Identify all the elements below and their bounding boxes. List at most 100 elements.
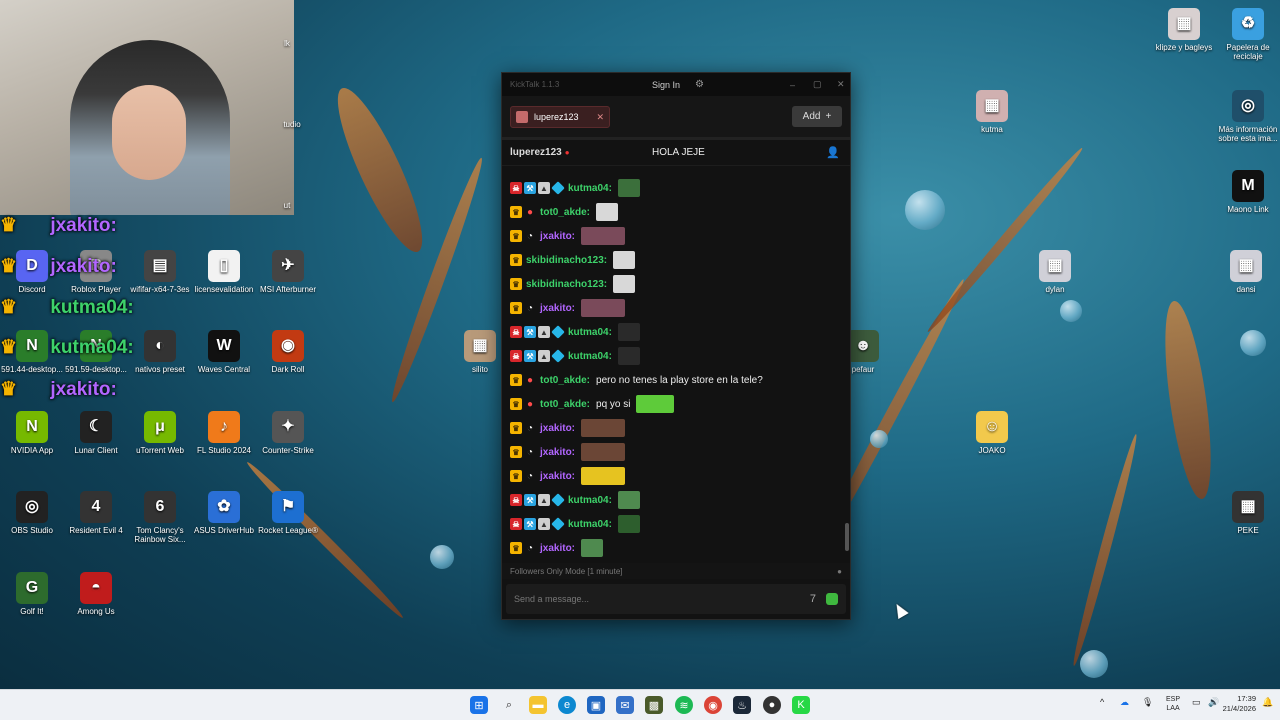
sign-in-button[interactable]: Sign In [652,80,680,90]
chat-emote[interactable] [636,395,675,413]
chrome-icon[interactable]: ◉ [704,696,722,714]
desktop-icon[interactable]: ▦ dylan [1023,250,1087,294]
close-tab-icon[interactable]: ✕ [596,112,604,123]
chat-message[interactable]: ♛ ● tot0_akde: [510,200,842,224]
desktop-icon[interactable]: ▯ licensevalidation [192,250,256,294]
chat-message[interactable]: ♛ ◔ jxakito: [510,536,842,560]
start-windows-icon[interactable]: ⊞ [470,696,488,714]
desktop-icon[interactable]: 6 Tom Clancy's Rainbow Six... [128,491,192,544]
desktop-icon[interactable]: ✦ Counter-Strike [256,411,320,455]
chat-username[interactable]: kutma04: [568,183,612,194]
desktop-icon[interactable]: ▦ klipze y bagleys [1152,8,1216,52]
chat-message[interactable]: ♛ ● tot0_akde: pq yo si [510,392,842,416]
chat-username[interactable]: tot0_akde: [540,399,590,410]
chat-message[interactable]: ♛ ◔ jxakito: [510,416,842,440]
desktop-icon[interactable]: ▤ wififar-x64-7-3es [128,250,192,294]
desktop-icon[interactable]: ▦ kutma [960,90,1024,134]
desktop-icon[interactable]: μ uTorrent Web [128,411,192,455]
chat-username[interactable]: kutma04: [568,327,612,338]
desktop-icon[interactable]: ◓ Among Us [64,572,128,616]
chat-message[interactable]: ♛ ● tot0_akde: pero no tenes la play store … [510,368,842,392]
chat-emote[interactable] [581,539,604,557]
chat-username[interactable]: skibidinacho123: [526,279,607,290]
chat-message[interactable]: ☠ ⚒ ▲ kutma04: [510,488,842,512]
file-explorer-icon[interactable]: ▬ [529,696,547,714]
chat-username[interactable]: jxakito: [540,303,575,314]
chat-message[interactable]: ♛ ◔ jxakito: [510,296,842,320]
notification-icon[interactable]: 🔔 [1262,697,1273,708]
desktop-icon[interactable]: ◉ Dark Roll [256,330,320,374]
desktop-icon[interactable]: ☺ JOAKO [960,411,1024,455]
chat-emote[interactable] [617,323,640,341]
7tv-emote-icon[interactable]: 7 [810,593,816,605]
desktop-icon[interactable]: G Golf It! [0,572,64,616]
chat-message[interactable]: ☠ ⚒ ▲ kutma04: [510,344,842,368]
desktop-icon[interactable]: ▦ dansi [1214,250,1278,294]
desktop-icon[interactable]: M Maono Link [1216,170,1280,214]
chat-emote[interactable] [596,203,619,221]
chat-message[interactable]: ☠ ⚒ ▲ kutma04: [510,176,842,200]
search-icon[interactable]: ⌕ [500,696,518,714]
desktop-icon[interactable]: ◎ OBS Studio [0,491,64,535]
desktop-icon[interactable]: N NVIDIA App [0,411,64,455]
close-icon[interactable]: ✕ [837,79,845,90]
chat-username[interactable]: jxakito: [540,471,575,482]
minimize-icon[interactable]: – [790,80,795,90]
chat-username[interactable]: skibidinacho123: [526,255,607,266]
chat-username[interactable]: tot0_akde: [540,207,590,218]
desktop-icon[interactable]: ☾ Lunar Client [64,411,128,455]
minecraft-icon[interactable]: ▩ [645,696,663,714]
user-icon[interactable]: 👤 [826,146,840,159]
kick-taskbar-icon[interactable]: K [792,696,810,714]
add-channel-button[interactable]: Add + [792,106,842,127]
spotify-icon[interactable]: ≋ [675,696,693,714]
chat-messages[interactable]: ☠ ⚒ ▲ kutma04: ♛ ● tot0_akde: ♛ ◔ jxakito: ♛ skibid… [502,176,850,562]
chat-emote[interactable] [617,515,640,533]
chat-message[interactable]: ♛ ◔ jxakito: [510,224,842,248]
edge-icon[interactable]: e [558,696,576,714]
chat-message[interactable]: ☠ ⚒ ▲ kutma04: [510,320,842,344]
chevron-up-icon[interactable]: ^ [1100,697,1104,707]
chat-message[interactable]: ☠ ⚒ ▲ kutma04: [510,512,842,536]
volume-icon[interactable]: 🔊 [1208,697,1219,708]
maximize-icon[interactable]: ▢ [813,79,822,90]
chat-username[interactable]: jxakito: [540,447,575,458]
desktop-icon[interactable]: ◐ nativos preset [128,330,192,374]
chat-message[interactable]: ♛ ◔ jxakito: [510,464,842,488]
chat-username[interactable]: kutma04: [568,495,612,506]
chat-emote[interactable] [581,443,626,461]
desktop-icon[interactable]: ✿ ASUS DriverHub [192,491,256,535]
tab-luperez123[interactable]: luperez123 ✕ [510,106,610,128]
gear-icon[interactable]: ⚙ [695,79,704,90]
chat-scrollbar[interactable] [845,523,849,551]
chat-emote[interactable] [617,491,640,509]
chat-username[interactable]: kutma04: [568,351,612,362]
desktop-icon[interactable]: 4 Resident Evil 4 [64,491,128,535]
clock[interactable]: 17:39 21/4/2026 [1223,694,1256,714]
desktop-icon[interactable]: ▦ PEKE [1216,491,1280,535]
chat-emote[interactable] [613,251,636,269]
chat-emote[interactable] [581,227,626,245]
desktop-icon[interactable]: ⚑ Rocket League® [256,491,320,535]
chat-message[interactable]: ♛ skibidinacho123: [510,248,842,272]
message-input[interactable] [514,594,810,604]
chat-username[interactable]: kutma04: [568,519,612,530]
chat-emote[interactable] [581,467,626,485]
desktop-icon[interactable]: ✈ MSI Afterburner [256,250,320,294]
chat-username[interactable]: jxakito: [540,231,575,242]
chat-emote[interactable] [613,275,636,293]
desktop-icon[interactable]: ◎ Más información sobre esta ima... [1216,90,1280,143]
chat-emote[interactable] [617,347,640,365]
chat-message[interactable]: ♛ ◔ jxakito: [510,440,842,464]
desktop-icon[interactable]: ♪ FL Studio 2024 [192,411,256,455]
obs-taskbar-icon[interactable]: ● [763,696,781,714]
steam-icon[interactable]: ♨ [733,696,751,714]
desktop-icon[interactable]: W Waves Central [192,330,256,374]
chat-username[interactable]: tot0_akde: [540,375,590,386]
store-icon[interactable]: ▣ [587,696,605,714]
info-icon[interactable]: ● [837,567,842,576]
chat-message[interactable]: ♛ skibidinacho123: [510,272,842,296]
chat-username[interactable]: jxakito: [540,543,575,554]
chat-emote[interactable] [581,419,626,437]
cloud-icon[interactable]: ☁ [1120,697,1129,708]
